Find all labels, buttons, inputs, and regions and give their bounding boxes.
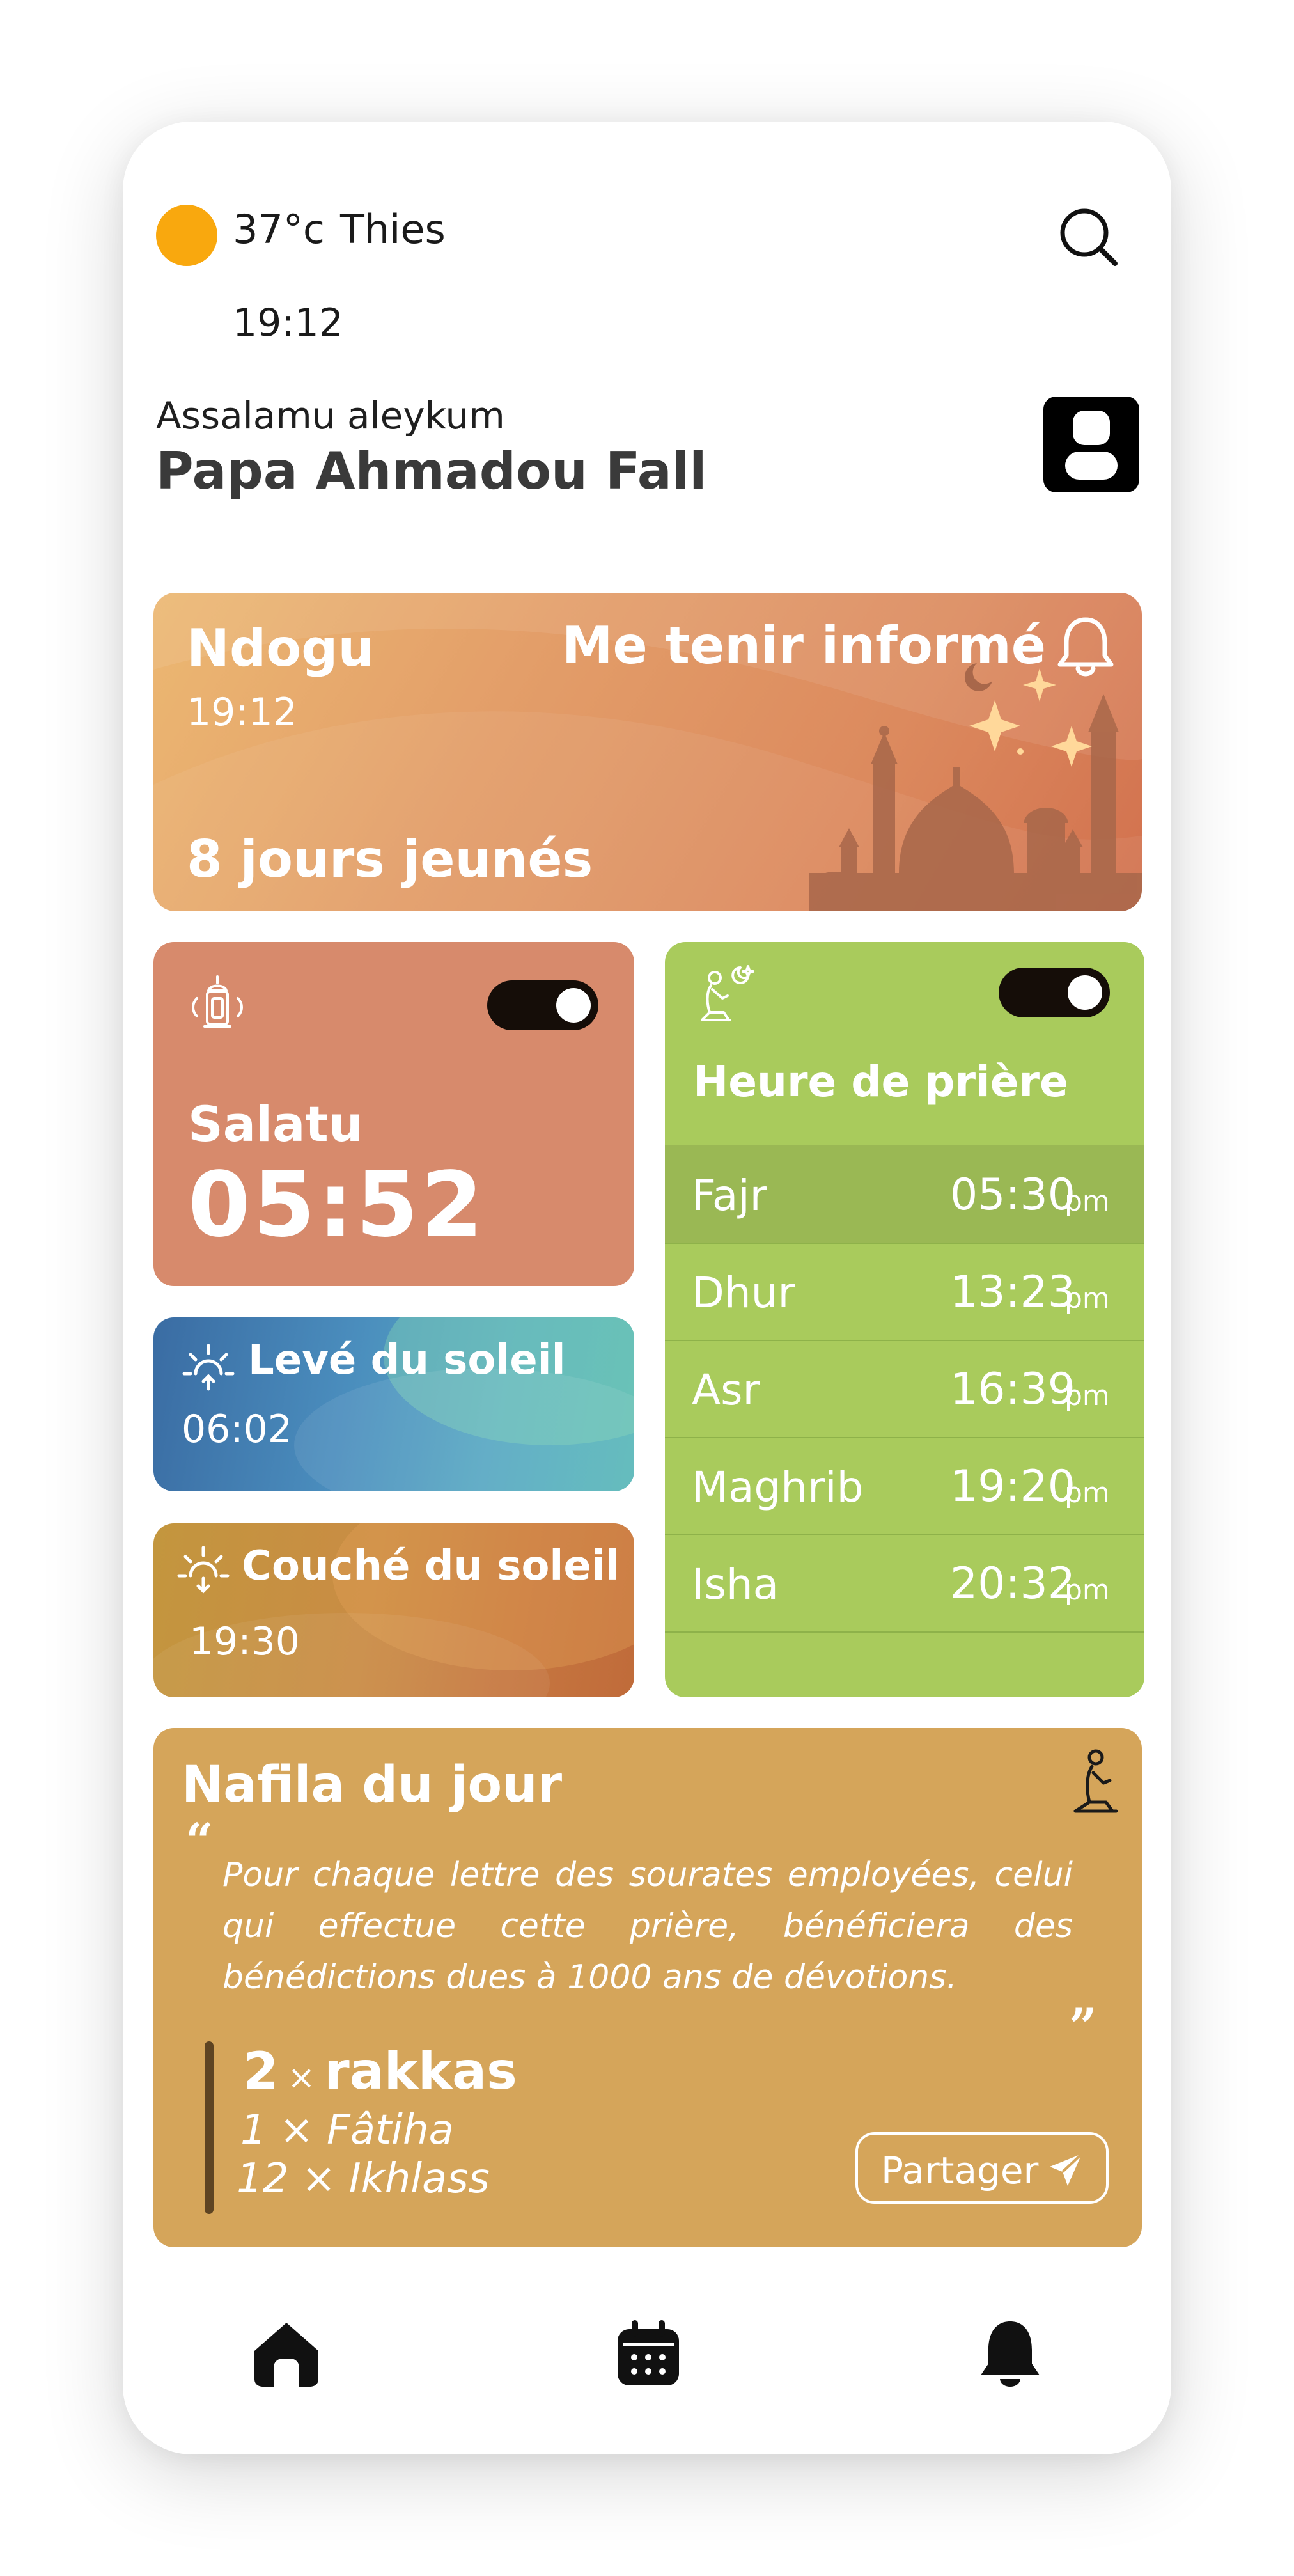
prayer-suffix: pm [1064,1282,1110,1315]
home-icon [254,2323,318,2387]
prayer-name: Maghrib [692,1463,864,1512]
nav-calendar-button[interactable] [610,2315,687,2392]
bell-outline-icon[interactable] [1055,615,1116,679]
ndogu-time: 19:12 [187,690,297,735]
rakkas-count: 2 × rakkas [243,2041,517,2101]
prayer-time: 20:32 [950,1559,1075,1609]
nafila-card: Nafila du jour “ Pour chaque lettre des … [153,1728,1142,2247]
nafila-title: Nafila du jour [182,1756,563,1814]
rakkas-label: rakkas [324,2041,517,2101]
profile-button[interactable] [1043,397,1139,492]
prayer-times-title: Heure de prière [693,1057,1068,1106]
toggle-knob [1068,975,1102,1010]
times-sign: × [287,2059,316,2097]
search-button[interactable] [1056,205,1120,269]
ikhlass-line: 12 × Ikhlass [237,2155,490,2203]
salatu-title: Salatu [188,1096,363,1152]
prayer-suffix: pm [1064,1185,1110,1218]
prayer-name: Dhur [692,1268,795,1317]
calendar-icon [618,2320,679,2385]
bell-icon [981,2321,1040,2387]
prayer-suffix: pm [1064,1379,1110,1412]
share-label: Partager [881,2149,1039,2192]
mosque-icon [809,663,1142,911]
prayer-times-card: Heure de prière Fajr 05:30 pm Dhur 13:23… [665,942,1144,1697]
prayer-time: 05:30 [950,1170,1075,1220]
prayer-row-isha[interactable]: Isha 20:32 pm [665,1534,1144,1633]
prayer-name: Asr [692,1365,760,1415]
sunrise-icon [182,1344,235,1391]
user-icon [1065,411,1118,480]
search-icon [1060,208,1118,266]
salatu-time: 05:52 [188,1153,486,1257]
sunrise-time: 06:02 [182,1407,292,1452]
days-fasted: 8 jours jeunés [187,829,593,889]
weather-info: 37°c Thies [233,206,446,253]
prayer-row-asr[interactable]: Asr 16:39 pm [665,1340,1144,1438]
ndogu-banner[interactable]: Ndogu 19:12 8 jours jeunés Me tenir info… [153,593,1142,911]
prayer-name: Fajr [692,1171,767,1220]
share-button[interactable]: Partager [855,2132,1109,2204]
prayer-suffix: pm [1064,1477,1110,1509]
current-time: 19:12 [233,301,343,345]
sunset-label: Couché du soleil [242,1543,620,1590]
rakkas-number: 2 [243,2041,279,2101]
nav-notifications-button[interactable] [972,2315,1048,2392]
salatu-toggle[interactable] [487,980,598,1030]
temperature: 37°c [233,206,325,253]
prayer-suffix: pm [1064,1574,1110,1606]
quote-close-icon: ” [1069,1998,1097,2055]
prayer-toggle[interactable] [999,968,1110,1017]
prayer-name: Isha [692,1560,779,1609]
prayer-row-dhur[interactable]: Dhur 13:23 pm [665,1243,1144,1341]
prayer-time: 19:20 [950,1461,1075,1512]
sun-weather-icon [156,205,217,266]
praying-person-icon [1073,1749,1118,1813]
sunset-icon [177,1546,230,1594]
notify-me-label[interactable]: Me tenir informé [562,616,1046,675]
city-name: Thies [339,206,446,253]
nafila-quote: Pour chaque lettre des sourates employée… [222,1856,1073,1997]
nav-home-button[interactable] [248,2315,325,2392]
greeting: Assalamu aleykum [156,394,505,437]
sunrise-label: Levé du soleil [248,1337,566,1384]
divider-bar [205,2041,214,2214]
prayer-time: 16:39 [950,1364,1075,1415]
app-screen: 37°c Thies 19:12 Assalamu aleykum Papa Ah… [123,122,1171,2454]
sunrise-card[interactable]: Levé du soleil 06:02 [153,1317,634,1491]
lantern-icon [192,975,243,1028]
sunset-time: 19:30 [189,1619,300,1664]
sunset-card[interactable]: Couché du soleil 19:30 [153,1523,634,1697]
toggle-knob [556,988,591,1023]
quote-open-icon: “ [185,1812,214,1869]
send-icon [1050,2153,1083,2186]
prayer-time: 13:23 [950,1267,1075,1317]
fatiha-line: 1 × Fâtiha [240,2107,454,2154]
user-name: Papa Ahmadou Fall [156,441,707,501]
prayer-row-fajr[interactable]: Fajr 05:30 pm [665,1145,1144,1244]
praying-person-icon [701,965,754,1021]
ndogu-title: Ndogu [187,618,375,678]
prayer-row-maghrib[interactable]: Maghrib 19:20 pm [665,1437,1144,1535]
salatu-card[interactable]: Salatu 05:52 [153,942,634,1286]
